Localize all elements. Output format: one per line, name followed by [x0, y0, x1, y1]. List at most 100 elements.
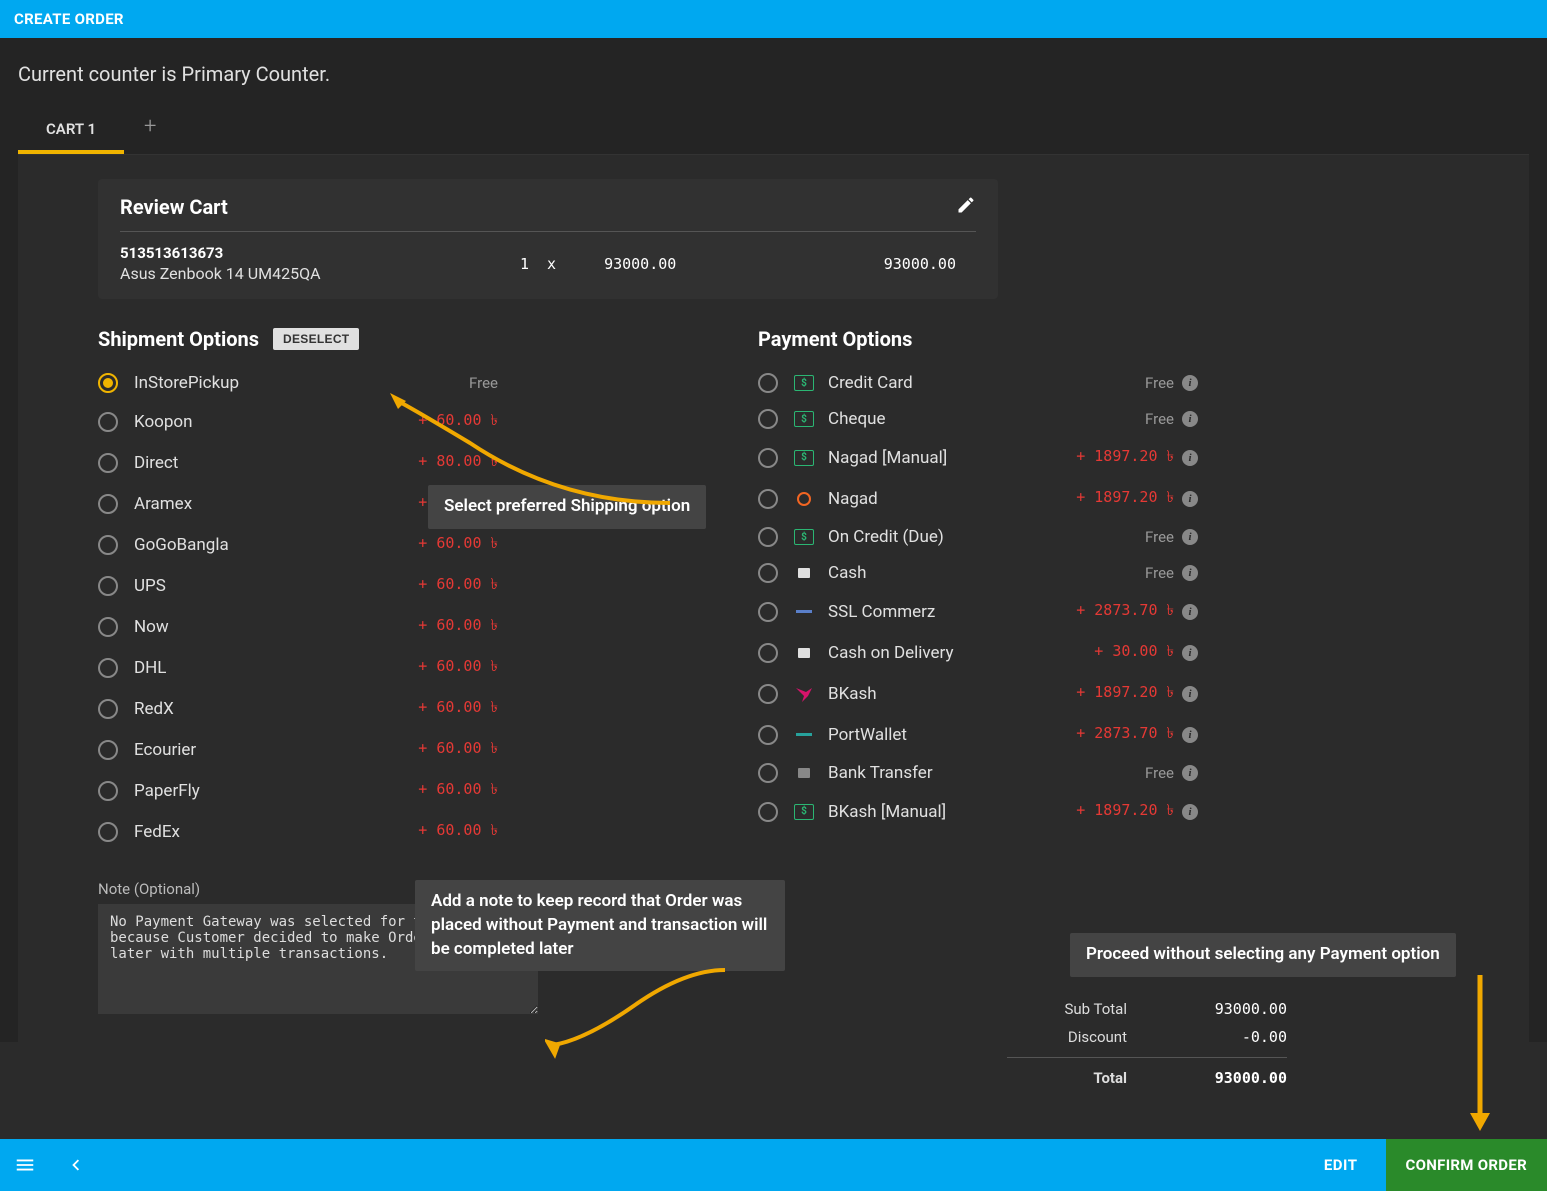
- payment-option[interactable]: BKash+ 1897.20 ৳i: [758, 673, 1198, 714]
- shipment-option[interactable]: RedX+ 60.00 ৳: [98, 688, 498, 729]
- info-icon[interactable]: i: [1182, 804, 1198, 820]
- info-icon[interactable]: i: [1182, 491, 1198, 507]
- shipment-option-label: Now: [134, 617, 418, 637]
- info-icon[interactable]: i: [1182, 529, 1198, 545]
- payment-option-price: + 30.00 ৳: [1094, 640, 1174, 665]
- page-title: CREATE ORDER: [14, 10, 124, 28]
- radio-icon: [98, 576, 118, 596]
- radio-icon: [98, 494, 118, 514]
- radio-icon: [98, 535, 118, 555]
- edit-button[interactable]: EDIT: [1296, 1156, 1386, 1174]
- payment-option-price: + 1897.20 ৳: [1076, 486, 1174, 511]
- payment-option[interactable]: Nagad+ 1897.20 ৳ i: [758, 478, 1198, 519]
- shipment-option[interactable]: Ecourier+ 60.00 ৳: [98, 729, 498, 770]
- shipment-option-price: Free: [469, 374, 498, 392]
- info-icon[interactable]: i: [1182, 411, 1198, 427]
- menu-icon[interactable]: [0, 1154, 50, 1176]
- shipment-option[interactable]: Now+ 60.00 ৳: [98, 606, 498, 647]
- shipment-option-price: + 60.00 ৳: [418, 409, 498, 434]
- confirm-order-button[interactable]: CONFIRM ORDER: [1386, 1139, 1547, 1191]
- shipment-option[interactable]: UPS+ 60.00 ৳: [98, 565, 498, 606]
- payment-provider-icon: $: [794, 411, 814, 427]
- shipment-option[interactable]: DHL+ 60.00 ৳: [98, 647, 498, 688]
- payment-option[interactable]: Cash on Delivery+ 30.00 ৳ i: [758, 632, 1198, 673]
- payment-option[interactable]: $ On Credit (Due)Freei: [758, 519, 1198, 555]
- payment-option-label: BKash: [828, 684, 1076, 704]
- payment-option-label: Cash on Delivery: [828, 643, 1094, 663]
- callout-proceed: Proceed without selecting any Payment op…: [1070, 933, 1456, 977]
- shipment-option[interactable]: GoGoBangla+ 60.00 ৳: [98, 524, 498, 565]
- shipment-option-label: PaperFly: [134, 781, 418, 801]
- payment-option-price: + 1897.20 ৳: [1076, 799, 1174, 824]
- payment-provider-icon: $: [794, 804, 814, 820]
- payment-option-label: On Credit (Due): [828, 527, 1145, 547]
- payment-option[interactable]: $Nagad [Manual]+ 1897.20 ৳i: [758, 437, 1198, 478]
- shipment-title: Shipment Options: [98, 327, 259, 351]
- radio-icon: [98, 740, 118, 760]
- payment-option[interactable]: $Credit CardFreei: [758, 365, 1198, 401]
- payment-option-label: Cash: [828, 563, 1145, 583]
- payment-option-label: Credit Card: [828, 373, 1145, 393]
- payment-option-price: Free: [1145, 528, 1174, 546]
- item-unit-price: 93000.00: [604, 255, 676, 273]
- radio-icon: [758, 725, 778, 745]
- counter-info: Current counter is Primary Counter.: [18, 62, 1529, 86]
- pencil-icon[interactable]: [956, 195, 976, 219]
- info-icon[interactable]: i: [1182, 375, 1198, 391]
- payment-provider-icon: [794, 765, 814, 781]
- shipment-option-price: + 60.00 ৳: [418, 573, 498, 598]
- subtotal-label: Sub Total: [987, 1000, 1127, 1018]
- radio-icon: [758, 409, 778, 429]
- info-icon[interactable]: i: [1182, 645, 1198, 661]
- payment-option-price: Free: [1145, 764, 1174, 782]
- shipment-option-label: InStorePickup: [134, 373, 469, 393]
- info-icon[interactable]: i: [1182, 686, 1198, 702]
- shipment-option[interactable]: InStorePickupFree: [98, 365, 498, 401]
- shipment-option[interactable]: FedEx+ 60.00 ৳: [98, 811, 498, 852]
- payment-option-label: BKash [Manual]: [828, 802, 1076, 822]
- radio-icon: [98, 453, 118, 473]
- payment-option[interactable]: $ChequeFreei: [758, 401, 1198, 437]
- radio-icon: [758, 527, 778, 547]
- shipment-option-price: + 60.00 ৳: [418, 655, 498, 680]
- total-label: Total: [987, 1069, 1127, 1087]
- shipment-option[interactable]: PaperFly+ 60.00 ৳: [98, 770, 498, 811]
- item-sku: 513513613673: [120, 244, 520, 262]
- info-icon[interactable]: i: [1182, 604, 1198, 620]
- info-icon[interactable]: i: [1182, 450, 1198, 466]
- shipment-option-price: + 60.00 ৳: [418, 614, 498, 639]
- payment-option[interactable]: $ BKash [Manual]+ 1897.20 ৳ i: [758, 791, 1198, 832]
- payment-option-label: Nagad [Manual]: [828, 448, 1076, 468]
- review-cart-title: Review Cart: [120, 195, 228, 219]
- shipment-option-label: Koopon: [134, 412, 418, 432]
- shipment-option-price: + 80.00 ৳: [418, 450, 498, 475]
- info-icon[interactable]: i: [1182, 727, 1198, 743]
- shipment-options: Shipment Options DESELECT InStorePickupF…: [98, 327, 498, 852]
- shipment-option-price: + 60.00 ৳: [418, 778, 498, 803]
- payment-option[interactable]: SSL Commerz+ 2873.70 ৳i: [758, 591, 1198, 632]
- payment-option[interactable]: PortWallet+ 2873.70 ৳i: [758, 714, 1198, 755]
- payment-provider-icon: $: [794, 450, 814, 466]
- shipment-option[interactable]: Koopon+ 60.00 ৳: [98, 401, 498, 442]
- chevron-left-icon[interactable]: [50, 1154, 100, 1176]
- shipment-option-label: GoGoBangla: [134, 535, 418, 555]
- review-cart-card: Review Cart 513513613673 Asus Zenbook 14…: [98, 179, 998, 299]
- payment-provider-icon: $: [794, 529, 814, 545]
- payment-option-label: Nagad: [828, 489, 1076, 509]
- payment-option[interactable]: CashFreei: [758, 555, 1198, 591]
- discount-value: -0.00: [1167, 1028, 1287, 1046]
- payment-provider-icon: [794, 604, 814, 620]
- payment-option-label: Bank Transfer: [828, 763, 1145, 783]
- shipment-option-label: Direct: [134, 453, 418, 473]
- item-qty: 1: [520, 255, 529, 273]
- tab-cart-1[interactable]: CART 1: [18, 108, 124, 154]
- radio-icon: [98, 699, 118, 719]
- shipment-option[interactable]: Direct+ 80.00 ৳: [98, 442, 498, 483]
- cart-line-item: 513513613673 Asus Zenbook 14 UM425QA 1 x…: [120, 244, 976, 283]
- info-icon[interactable]: i: [1182, 565, 1198, 581]
- payment-provider-icon: [794, 565, 814, 581]
- add-cart-icon[interactable]: +: [144, 114, 156, 149]
- payment-option[interactable]: Bank TransferFreei: [758, 755, 1198, 791]
- deselect-button[interactable]: DESELECT: [273, 328, 359, 350]
- info-icon[interactable]: i: [1182, 765, 1198, 781]
